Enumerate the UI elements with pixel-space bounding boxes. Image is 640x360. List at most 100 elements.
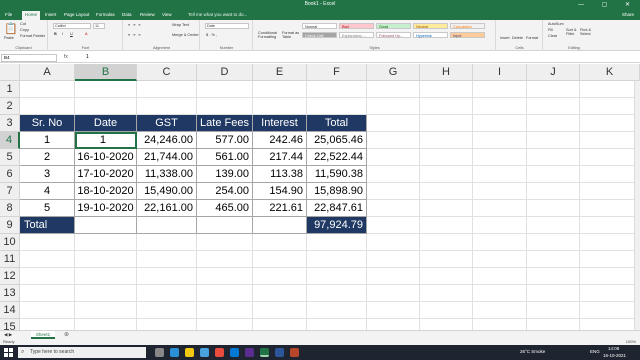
row-header[interactable]: 3: [0, 115, 20, 132]
row-header[interactable]: 8: [0, 200, 20, 217]
grid-cell[interactable]: [473, 132, 527, 149]
grid-cell[interactable]: [137, 268, 197, 285]
grid-cell[interactable]: [307, 268, 367, 285]
style-cell[interactable]: Explanatory ...: [339, 32, 374, 38]
grid-cell[interactable]: [527, 81, 580, 98]
grid-cell[interactable]: [75, 285, 137, 302]
grid-cell[interactable]: [75, 268, 137, 285]
grid-cell[interactable]: [137, 217, 197, 234]
table-cell[interactable]: 11,590.38: [307, 166, 367, 183]
store-icon[interactable]: [200, 348, 209, 357]
row-header[interactable]: 9: [0, 217, 20, 234]
grid-cell[interactable]: [307, 81, 367, 98]
grid-cell[interactable]: [580, 149, 640, 166]
style-cell[interactable]: Check Cell: [302, 32, 337, 38]
find-select-button[interactable]: Find & Select: [580, 28, 594, 36]
spreadsheet-grid[interactable]: A B C D E F G H I J K 1 2 3 Sr. No Date GST Late Fees Inte…: [0, 64, 640, 330]
grid-cell[interactable]: [473, 166, 527, 183]
column-header[interactable]: I: [473, 64, 527, 81]
grid-cell[interactable]: [420, 285, 473, 302]
grid-cell[interactable]: [137, 285, 197, 302]
grid-cell[interactable]: [473, 285, 527, 302]
style-cell[interactable]: Bad: [339, 23, 374, 29]
grid-cell[interactable]: [20, 98, 75, 115]
wrap-text-button[interactable]: Wrap Text: [172, 23, 189, 27]
grid-cell[interactable]: [420, 183, 473, 200]
font-color-icon[interactable]: A: [85, 32, 88, 36]
row-header[interactable]: 10: [0, 234, 20, 251]
grid-cell[interactable]: [367, 166, 420, 183]
select-all-corner[interactable]: [0, 64, 20, 81]
task-view-icon[interactable]: [155, 348, 164, 357]
bold-button[interactable]: B: [54, 32, 57, 36]
excel-taskbar-icon[interactable]: [260, 348, 269, 357]
grid-cell[interactable]: [473, 268, 527, 285]
conditional-formatting-button[interactable]: Conditional Formatting: [258, 31, 280, 39]
grid-cell[interactable]: [367, 149, 420, 166]
grid-cell[interactable]: [367, 81, 420, 98]
grid-cell[interactable]: [527, 115, 580, 132]
table-header-cell[interactable]: Interest: [253, 115, 307, 132]
grid-cell[interactable]: [253, 217, 307, 234]
column-header[interactable]: B: [75, 64, 137, 81]
table-cell[interactable]: 15,898.90: [307, 183, 367, 200]
grid-cell[interactable]: [420, 98, 473, 115]
grid-cell[interactable]: [253, 98, 307, 115]
grid-cell[interactable]: [473, 183, 527, 200]
grid-cell[interactable]: [527, 302, 580, 319]
table-header-cell[interactable]: Late Fees: [197, 115, 253, 132]
grid-cell[interactable]: [420, 251, 473, 268]
tab-file[interactable]: File: [5, 12, 12, 17]
grid-cell[interactable]: [580, 183, 640, 200]
taskbar-search[interactable]: ⌕ Type here to search: [18, 347, 146, 358]
grid-cell[interactable]: [527, 149, 580, 166]
style-cell[interactable]: Hyperlink: [413, 32, 448, 38]
row-header[interactable]: 2: [0, 98, 20, 115]
italic-button[interactable]: I: [62, 32, 63, 36]
tab-review[interactable]: Review: [140, 12, 155, 17]
column-header[interactable]: K: [580, 64, 640, 81]
grid-cell[interactable]: [527, 285, 580, 302]
column-header[interactable]: J: [527, 64, 580, 81]
grid-cell[interactable]: [75, 251, 137, 268]
tab-view[interactable]: View: [162, 12, 172, 17]
row-header[interactable]: 7: [0, 183, 20, 200]
grid-cell[interactable]: [253, 251, 307, 268]
grid-cell[interactable]: [367, 217, 420, 234]
grid-cell[interactable]: [420, 132, 473, 149]
tab-formulas[interactable]: Formulas: [96, 12, 115, 17]
table-cell[interactable]: 465.00: [197, 200, 253, 217]
grid-cell[interactable]: [420, 166, 473, 183]
grid-cell[interactable]: [420, 302, 473, 319]
grid-cell[interactable]: [253, 234, 307, 251]
paste-button[interactable]: Paste: [4, 36, 14, 40]
tab-insert[interactable]: Insert: [45, 12, 56, 17]
grid-cell[interactable]: [473, 217, 527, 234]
grid-cell[interactable]: [197, 81, 253, 98]
table-cell[interactable]: 24,246.00: [137, 132, 197, 149]
fill-button[interactable]: Fill: [548, 28, 553, 32]
grid-cell[interactable]: [137, 319, 197, 330]
table-cell[interactable]: 154.90: [253, 183, 307, 200]
table-cell[interactable]: 22,522.44: [307, 149, 367, 166]
row-header[interactable]: 12: [0, 268, 20, 285]
language-indicator[interactable]: ENG: [590, 349, 600, 354]
grid-cell[interactable]: [307, 98, 367, 115]
table-cell[interactable]: 2: [20, 149, 75, 166]
grid-cell[interactable]: [527, 234, 580, 251]
column-header[interactable]: E: [253, 64, 307, 81]
tab-data[interactable]: Data: [122, 12, 132, 17]
add-sheet-icon[interactable]: ⊕: [64, 331, 69, 338]
grid-cell[interactable]: [420, 268, 473, 285]
grid-cell[interactable]: [253, 302, 307, 319]
vertical-scrollbar[interactable]: [634, 81, 640, 330]
grid-cell[interactable]: [367, 183, 420, 200]
table-cell[interactable]: 242.46: [253, 132, 307, 149]
insert-cells-button[interactable]: Insert: [500, 36, 510, 40]
chrome-icon[interactable]: [215, 348, 224, 357]
grid-cell[interactable]: [137, 81, 197, 98]
tab-page-layout[interactable]: Page Layout: [64, 12, 89, 17]
grid-cell[interactable]: [580, 302, 640, 319]
grid-cell[interactable]: [580, 251, 640, 268]
grid-cell[interactable]: [197, 302, 253, 319]
